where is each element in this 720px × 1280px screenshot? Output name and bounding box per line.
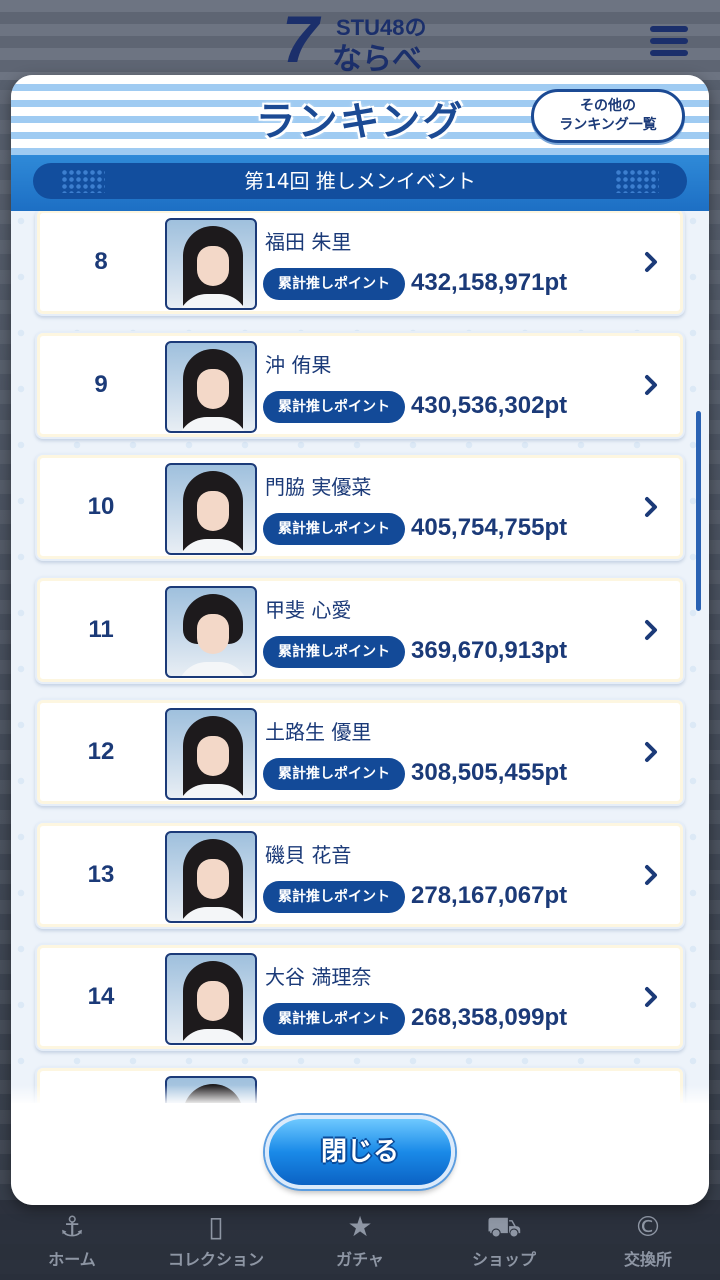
ranking-row[interactable]: 9 沖 侑果 累計推しポイント 430,536,302pt <box>35 331 685 439</box>
gacha-icon: ★ <box>347 1210 373 1243</box>
points-badge: 累計推しポイント <box>263 636 405 668</box>
member-name: 沖 侑果 <box>265 353 332 377</box>
member-name: 大谷 満理奈 <box>265 965 372 989</box>
chevron-right-icon <box>645 742 657 762</box>
scrollbar[interactable] <box>696 411 701 611</box>
ranking-row[interactable]: 14 大谷 満理奈 累計推しポイント 268,358,099pt <box>35 943 685 1051</box>
logo-number: 7 <box>282 2 319 76</box>
event-name: 第14回 推しメンイベント <box>244 169 476 193</box>
member-avatar <box>165 341 257 433</box>
app-header: 7 STU48の ならべ <box>0 0 720 80</box>
rank-number: 12 <box>87 738 115 765</box>
member-avatar <box>165 586 257 678</box>
ranking-modal: ランキング その他の ランキング一覧 第14回 推しメンイベント 8 福田 朱里… <box>11 75 709 1205</box>
other-rankings-button[interactable]: その他の ランキング一覧 <box>531 89 685 143</box>
member-name: 福田 朱里 <box>265 230 352 254</box>
points-value: 430,536,302pt <box>411 392 568 419</box>
ranking-row[interactable]: 12 土路生 優里 累計推しポイント 308,505,455pt <box>35 698 685 806</box>
member-avatar <box>165 953 257 1045</box>
rank-number: 10 <box>87 493 115 520</box>
points-badge: 累計推しポイント <box>263 1003 405 1035</box>
logo-bottom-text: ならべ <box>332 42 422 77</box>
exchange-icon: © <box>634 1210 662 1243</box>
points-value: 369,670,913pt <box>411 637 568 664</box>
points-value: 405,754,755pt <box>411 514 568 541</box>
member-name: 甲斐 心愛 <box>265 598 352 622</box>
dot-pattern-right <box>615 169 659 193</box>
rank-number: 13 <box>87 861 115 888</box>
event-name-pill: 第14回 推しメンイベント <box>33 163 687 199</box>
member-avatar <box>165 708 257 800</box>
points-value: 268,358,099pt <box>411 1004 568 1031</box>
app-logo[interactable]: 7 STU48の ならべ <box>282 2 442 77</box>
other-rankings-label-2: ランキング一覧 <box>559 117 657 133</box>
points-value: 308,505,455pt <box>411 759 568 786</box>
rank-number: 8 <box>94 248 108 275</box>
cart-icon: ⛟ <box>486 1210 522 1243</box>
nav-label: 交換所 <box>623 1250 672 1269</box>
anchor-icon: ⚓ <box>59 1210 85 1243</box>
rank-number: 9 <box>94 371 108 398</box>
points-badge: 累計推しポイント <box>263 758 405 790</box>
modal-header: ランキング その他の ランキング一覧 <box>11 75 709 155</box>
points-badge: 累計推しポイント <box>263 513 405 545</box>
ranking-list[interactable]: 8 福田 朱里 累計推しポイント 432,158,971pt 9 沖 侑果 累計… <box>11 211 709 1103</box>
rank-number: 11 <box>88 616 114 643</box>
member-avatar <box>165 218 257 310</box>
hamburger-menu-icon[interactable] <box>650 26 688 56</box>
rank-number: 14 <box>87 983 115 1010</box>
nav-item-gacha[interactable]: ★ ガチャ <box>295 1210 425 1270</box>
bottom-nav: ⚓ ホーム ▯ コレクション ★ ガチャ ⛟ ショップ © 交換所 <box>0 1200 720 1280</box>
modal-footer: 閉じる <box>11 1085 709 1205</box>
close-button[interactable]: 閉じる <box>265 1115 455 1189</box>
points-badge: 累計推しポイント <box>263 268 405 300</box>
dot-pattern-left <box>61 169 105 193</box>
collection-icon: ▯ <box>208 1210 224 1243</box>
nav-item-home[interactable]: ⚓ ホーム <box>7 1210 137 1270</box>
member-name: 門脇 実優菜 <box>265 475 372 499</box>
chevron-right-icon <box>645 252 657 272</box>
chevron-right-icon <box>645 497 657 517</box>
ranking-row[interactable]: 11 甲斐 心愛 累計推しポイント 369,670,913pt <box>35 576 685 684</box>
chevron-right-icon <box>645 987 657 1007</box>
nav-label: コレクション <box>167 1250 264 1269</box>
list-fade <box>11 1085 709 1105</box>
ranking-row[interactable]: 8 福田 朱里 累計推しポイント 432,158,971pt <box>35 211 685 316</box>
chevron-right-icon <box>645 620 657 640</box>
other-rankings-label-1: その他の <box>580 98 636 114</box>
chevron-right-icon <box>645 865 657 885</box>
member-avatar <box>165 831 257 923</box>
nav-item-exchange[interactable]: © 交換所 <box>583 1210 713 1270</box>
points-badge: 累計推しポイント <box>263 391 405 423</box>
nav-label: ホーム <box>48 1250 96 1269</box>
ranking-row[interactable]: 13 磯貝 花音 累計推しポイント 278,167,067pt <box>35 821 685 929</box>
points-value: 432,158,971pt <box>411 269 568 296</box>
nav-label: ガチャ <box>336 1250 384 1269</box>
points-value: 278,167,067pt <box>411 882 568 909</box>
nav-label: ショップ <box>471 1250 536 1269</box>
ranking-row[interactable]: 10 門脇 実優菜 累計推しポイント 405,754,755pt <box>35 453 685 561</box>
nav-item-shop[interactable]: ⛟ ショップ <box>439 1210 569 1270</box>
chevron-right-icon <box>645 375 657 395</box>
points-badge: 累計推しポイント <box>263 881 405 913</box>
event-band: 第14回 推しメンイベント <box>11 155 709 211</box>
nav-item-collection[interactable]: ▯ コレクション <box>151 1210 281 1270</box>
member-name: 土路生 優里 <box>265 720 372 744</box>
member-avatar <box>165 463 257 555</box>
member-name: 磯貝 花音 <box>265 843 352 867</box>
